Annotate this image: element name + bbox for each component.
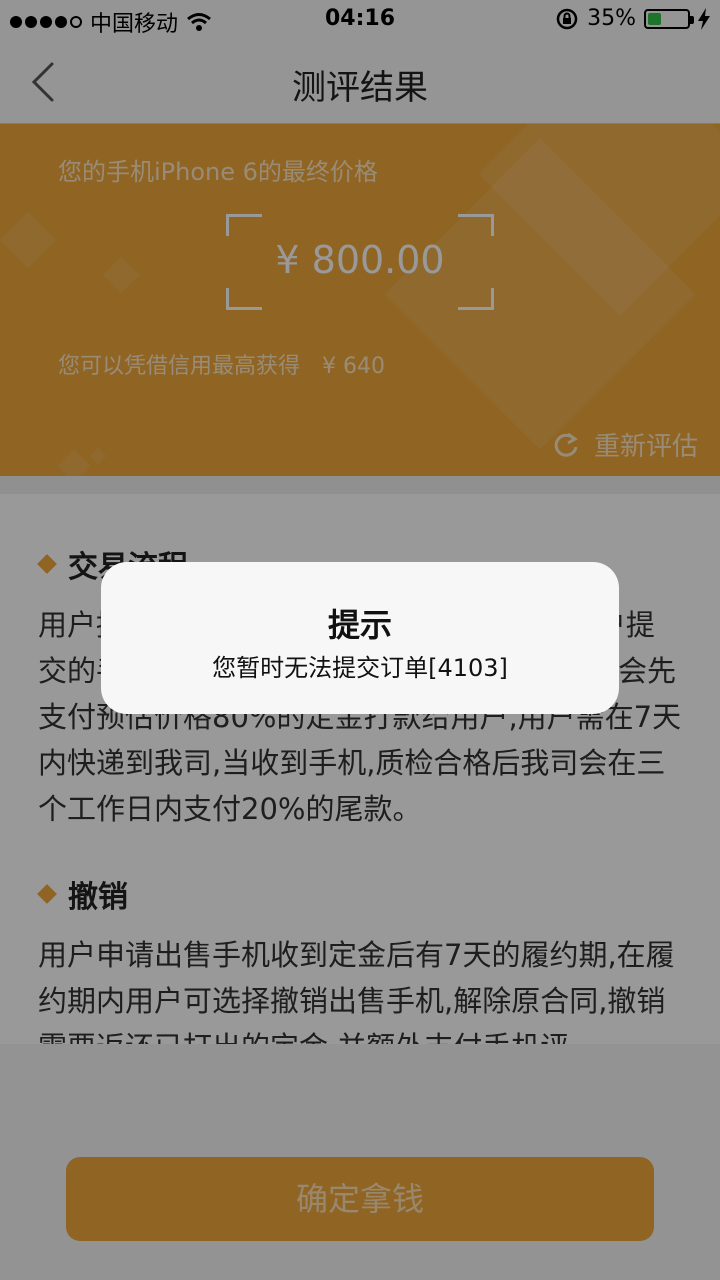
alert-dialog: 提示 您暂时无法提交订单[4103] — [101, 562, 619, 714]
alert-title: 提示 — [327, 606, 392, 644]
app-screen: 中国移动 04:16 35% 测评结果 您的手机iPhone 6的最终价格 ¥ … — [0, 0, 720, 1280]
alert-message: 您暂时无法提交订单[4103] — [212, 654, 508, 682]
